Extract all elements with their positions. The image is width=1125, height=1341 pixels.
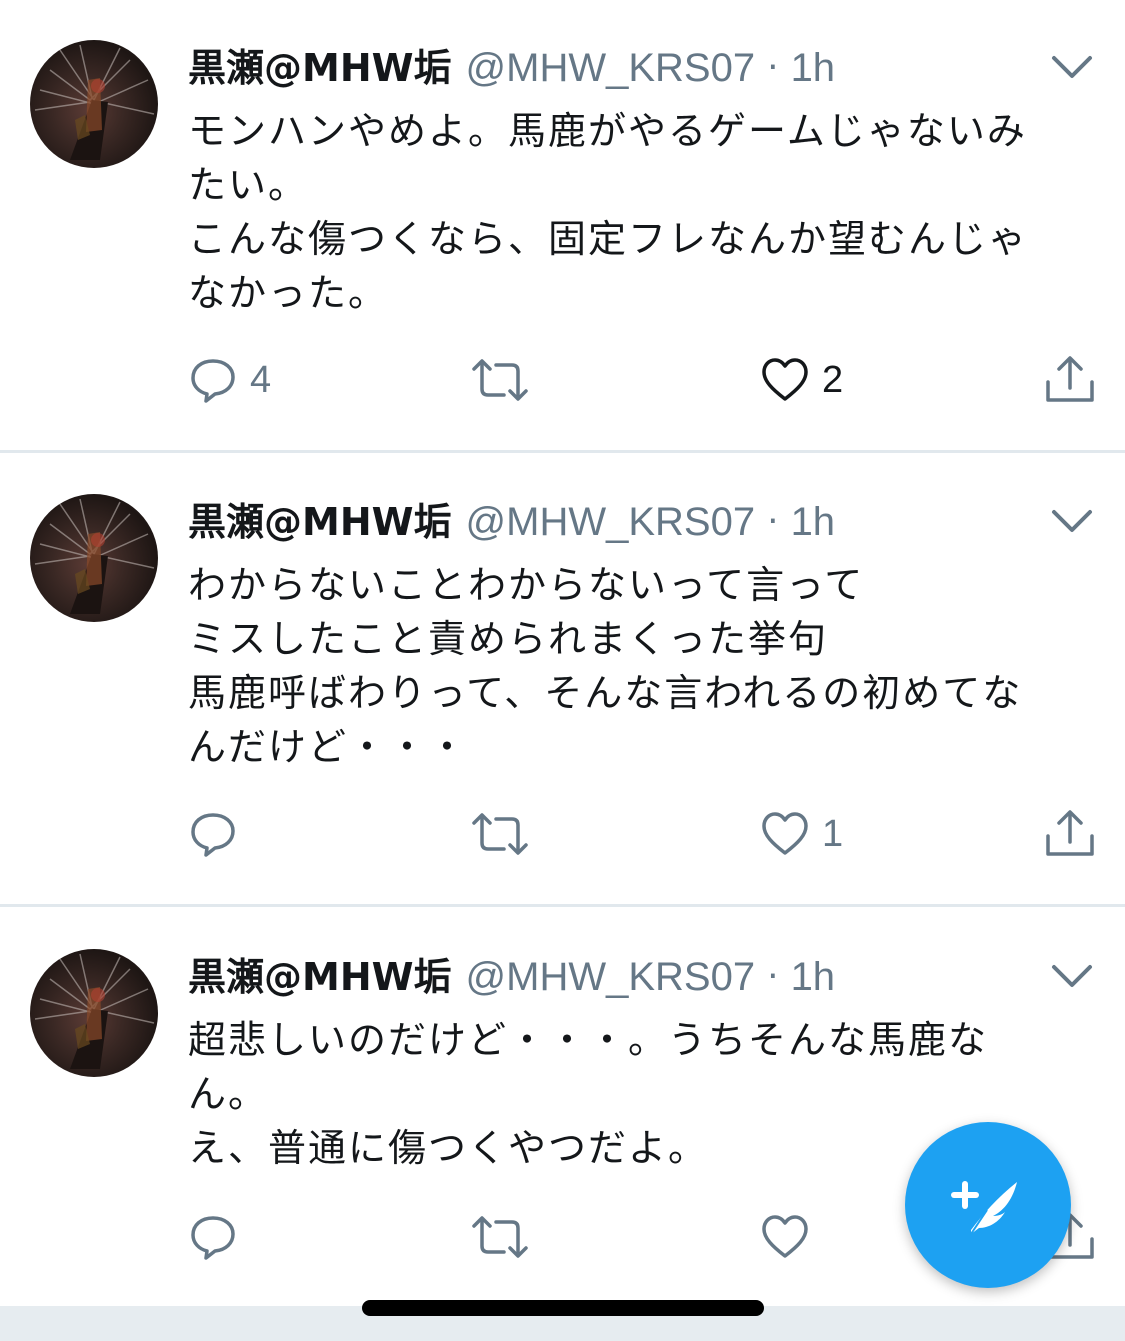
retweet-button[interactable] xyxy=(470,350,530,410)
chevron-down-icon[interactable] xyxy=(1050,52,1094,82)
display-name[interactable]: 黒瀬@MHW垢 xyxy=(188,951,452,1003)
retweet-button[interactable] xyxy=(470,1207,530,1267)
compose-tweet-button[interactable] xyxy=(905,1122,1071,1288)
reply-count: 4 xyxy=(250,358,272,401)
user-handle[interactable]: @MHW_KRS07 xyxy=(466,496,756,548)
like-count: 1 xyxy=(822,812,844,855)
timestamp[interactable]: 1h xyxy=(791,42,836,94)
reply-bubble-icon xyxy=(191,813,235,857)
tweet-actions: 4 2 xyxy=(0,350,1125,410)
tweet-text-line: 馬鹿呼ばわりって、そんな言われるの初めてな xyxy=(188,671,1023,715)
share-icon xyxy=(1046,810,1094,856)
separator-dot: · xyxy=(767,501,779,542)
tweet-text-line: なかった。 xyxy=(188,271,389,315)
reply-button[interactable] xyxy=(188,804,250,864)
tweet[interactable]: 黒瀬@MHW垢 @MHW_KRS07 · 1h わからないことわからないって言っ… xyxy=(0,454,1125,904)
retweet-button[interactable] xyxy=(470,804,530,864)
timeline: 黒瀬@MHW垢 @MHW_KRS07 · 1h モンハンやめよ。馬鹿がやるゲーム… xyxy=(0,0,1125,1341)
reply-bubble-icon xyxy=(191,359,235,403)
retweet-icon xyxy=(472,359,528,401)
tweet-text-line: 超悲しいのだけど・・・。うちそんな馬鹿な xyxy=(188,1018,989,1062)
display-name[interactable]: 黒瀬@MHW垢 xyxy=(188,496,452,548)
tweet-header: 黒瀬@MHW垢 @MHW_KRS07 · 1h xyxy=(188,42,835,94)
divider xyxy=(0,450,1125,453)
timestamp[interactable]: 1h xyxy=(791,496,836,548)
display-name[interactable]: 黒瀬@MHW垢 xyxy=(188,42,452,94)
reply-button[interactable]: 4 xyxy=(188,350,271,410)
tweet-text-line: モンハンやめよ。馬鹿がやるゲームじゃないみ xyxy=(188,109,1027,153)
tweet-actions: 1 xyxy=(0,804,1125,864)
retweet-icon xyxy=(472,1216,528,1258)
chevron-down-icon[interactable] xyxy=(1050,961,1094,991)
like-button[interactable]: 1 xyxy=(760,804,843,864)
tweet-text-line: んだけど・・・ xyxy=(188,725,469,769)
avatar[interactable] xyxy=(30,40,158,168)
reply-button[interactable] xyxy=(188,1207,250,1267)
home-indicator[interactable] xyxy=(362,1300,764,1316)
avatar-image xyxy=(34,498,155,614)
compose-feather-icon xyxy=(951,1181,1017,1235)
reply-bubble-icon xyxy=(191,1216,235,1260)
avatar[interactable] xyxy=(30,949,158,1077)
like-button[interactable]: 2 xyxy=(760,350,843,410)
share-button[interactable] xyxy=(1044,804,1096,864)
tweet-header: 黒瀬@MHW垢 @MHW_KRS07 · 1h xyxy=(188,496,835,548)
share-icon xyxy=(1046,356,1094,402)
divider xyxy=(0,904,1125,907)
avatar-image xyxy=(34,953,155,1069)
heart-icon xyxy=(762,1215,808,1258)
like-button[interactable] xyxy=(760,1207,822,1267)
avatar[interactable] xyxy=(30,494,158,622)
tweet-text-line: ミスしたこと責められまくった挙句 xyxy=(188,617,829,661)
heart-icon xyxy=(762,358,808,401)
tweet-text-line: ん。 xyxy=(188,1072,269,1116)
tweet-header: 黒瀬@MHW垢 @MHW_KRS07 · 1h xyxy=(188,951,835,1003)
user-handle[interactable]: @MHW_KRS07 xyxy=(466,951,756,1003)
timestamp[interactable]: 1h xyxy=(791,951,836,1003)
heart-icon xyxy=(762,812,808,855)
like-count: 2 xyxy=(822,358,844,401)
tweet-text: モンハンやめよ。馬鹿がやるゲームじゃないみ たい。 こんな傷つくなら、固定フレな… xyxy=(188,104,1078,320)
chevron-down-icon[interactable] xyxy=(1050,506,1094,536)
share-button[interactable] xyxy=(1044,350,1096,410)
separator-dot: · xyxy=(767,956,779,997)
tweet-text-line: たい。 xyxy=(188,163,309,207)
tweet-text-line: わからないことわからないって言って xyxy=(188,563,865,607)
tweet-text-line: こんな傷つくなら、固定フレなんか望むんじゃ xyxy=(188,217,1029,261)
tweet[interactable]: 黒瀬@MHW垢 @MHW_KRS07 · 1h モンハンやめよ。馬鹿がやるゲーム… xyxy=(0,0,1125,450)
user-handle[interactable]: @MHW_KRS07 xyxy=(466,42,756,94)
tweet-text: わからないことわからないって言って ミスしたこと責められまくった挙句 馬鹿呼ばわ… xyxy=(188,558,1078,774)
retweet-icon xyxy=(472,813,528,855)
separator-dot: · xyxy=(767,47,779,88)
avatar-image xyxy=(34,44,155,160)
